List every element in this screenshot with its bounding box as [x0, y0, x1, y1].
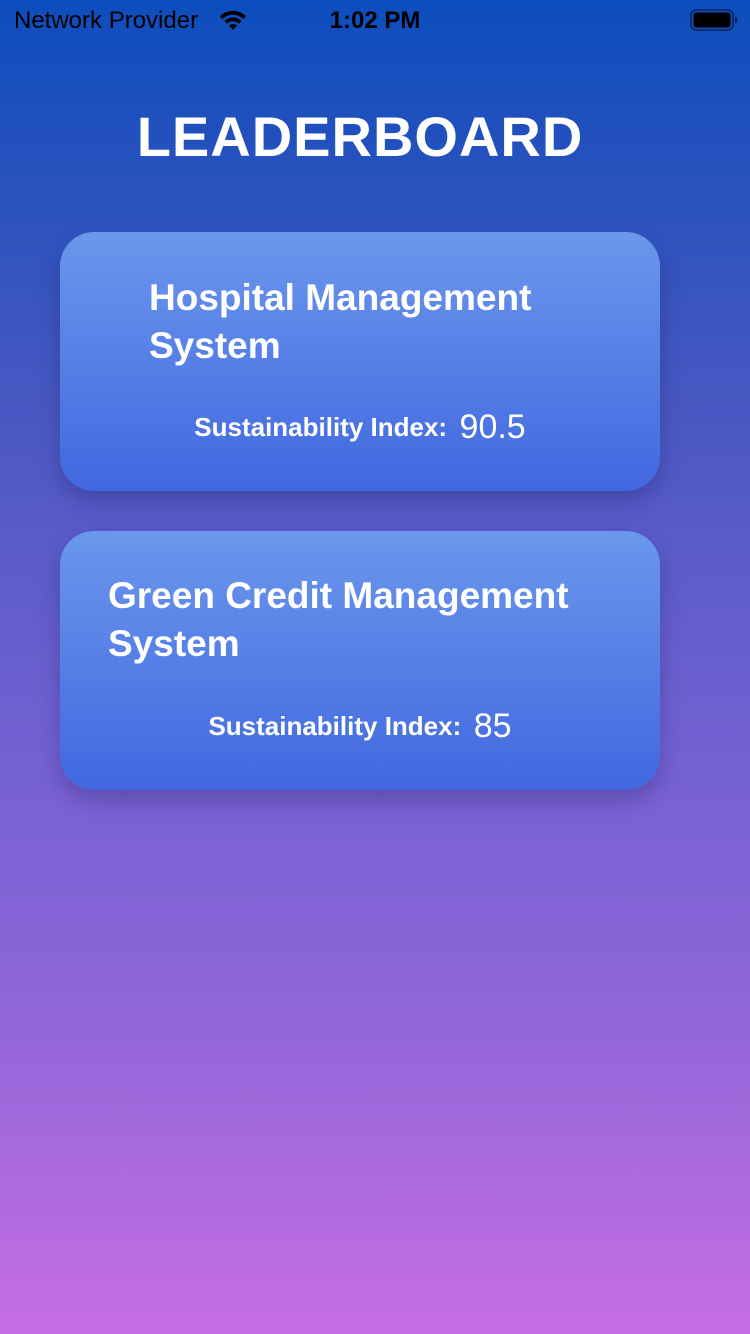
sustainability-index-value: 90.5 [459, 408, 526, 446]
sustainability-index-label: Sustainability Index: [208, 711, 462, 741]
leaderboard-card[interactable]: Hospital Management System Sustainabilit… [60, 232, 660, 491]
status-bar: Network Provider 1:02 PM [0, 0, 750, 40]
sustainability-index-value: 85 [473, 707, 512, 745]
card-title: Hospital Management System [149, 277, 532, 366]
leaderboard-card[interactable]: Green Credit Management System Sustainab… [60, 531, 660, 790]
sustainability-index-label: Sustainability Index: [194, 412, 448, 442]
sustainability-index-row: Sustainability Index: 90.5 [60, 408, 660, 447]
status-time: 1:02 PM [329, 7, 421, 34]
card-title: Green Credit Management System [108, 575, 569, 664]
battery-icon [690, 9, 738, 31]
page-title: LEADERBOARD [136, 105, 584, 168]
sustainability-index-row: Sustainability Index: 85 [60, 707, 660, 746]
